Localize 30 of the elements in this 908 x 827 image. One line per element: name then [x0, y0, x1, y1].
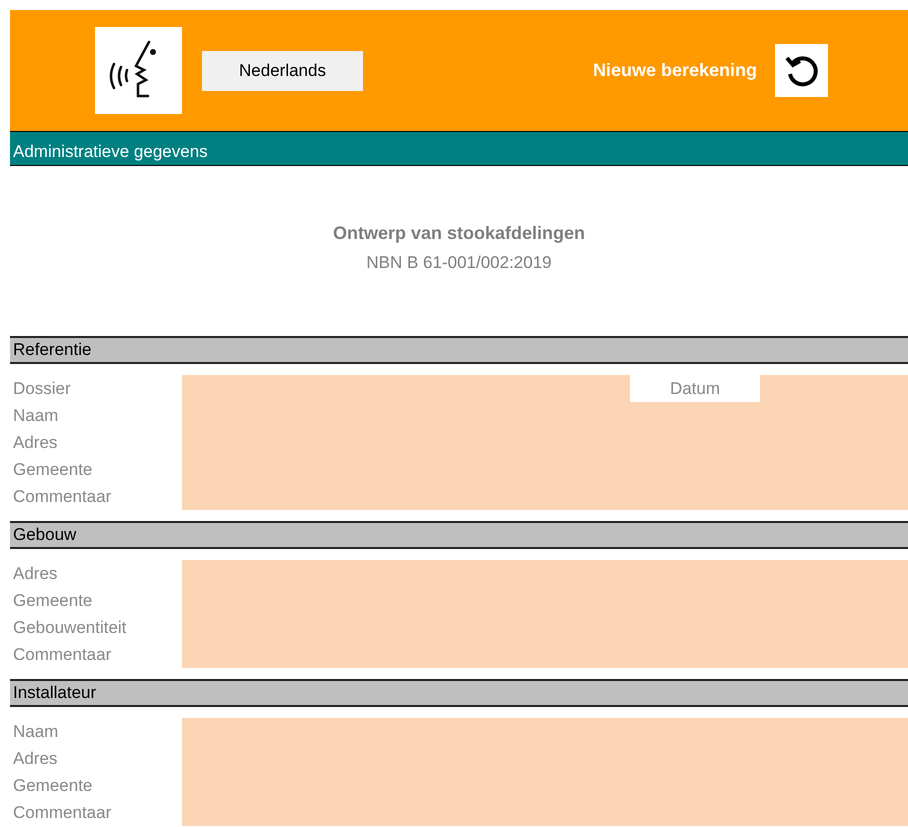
new-calculation-label: Nieuwe berekening [592, 59, 757, 82]
field-label: Commentaar [12, 486, 112, 508]
page-subtitle: NBN B 61-001/002:2019 [366, 252, 552, 274]
field-label: Adres [12, 432, 58, 454]
section-title-bar: Administratieve gegevens [10, 131, 908, 166]
speaking-head-icon [95, 27, 182, 114]
field-label: Gemeente [12, 590, 94, 612]
field-label: Naam [12, 404, 60, 426]
field-label: Gemeente [12, 774, 94, 796]
field-label: Adres [12, 748, 58, 770]
field-label: Commentaar [12, 644, 112, 666]
input-field[interactable] [182, 718, 908, 744]
page-title: Ontwerp van stookafdelingen [332, 222, 586, 245]
section-header: Gebouw [10, 520, 908, 548]
field-label: Gemeente [12, 458, 94, 480]
field-label: Gebouwentiteit [12, 616, 128, 638]
section-header: Installateur [10, 678, 908, 706]
input-field[interactable] [182, 482, 908, 510]
input-field[interactable] [760, 374, 908, 402]
input-field[interactable] [182, 798, 908, 826]
field-label: Adres [12, 562, 58, 584]
reset-icon[interactable] [775, 44, 828, 97]
input-field[interactable] [182, 640, 908, 668]
field-label: Commentaar [12, 802, 112, 824]
input-field[interactable] [182, 374, 630, 402]
field-label: Naam [12, 720, 60, 742]
field-label: Dossier [12, 378, 72, 400]
language-button[interactable]: Nederlands [202, 50, 363, 90]
input-field[interactable] [182, 560, 908, 586]
section-header: Referentie [10, 336, 908, 364]
